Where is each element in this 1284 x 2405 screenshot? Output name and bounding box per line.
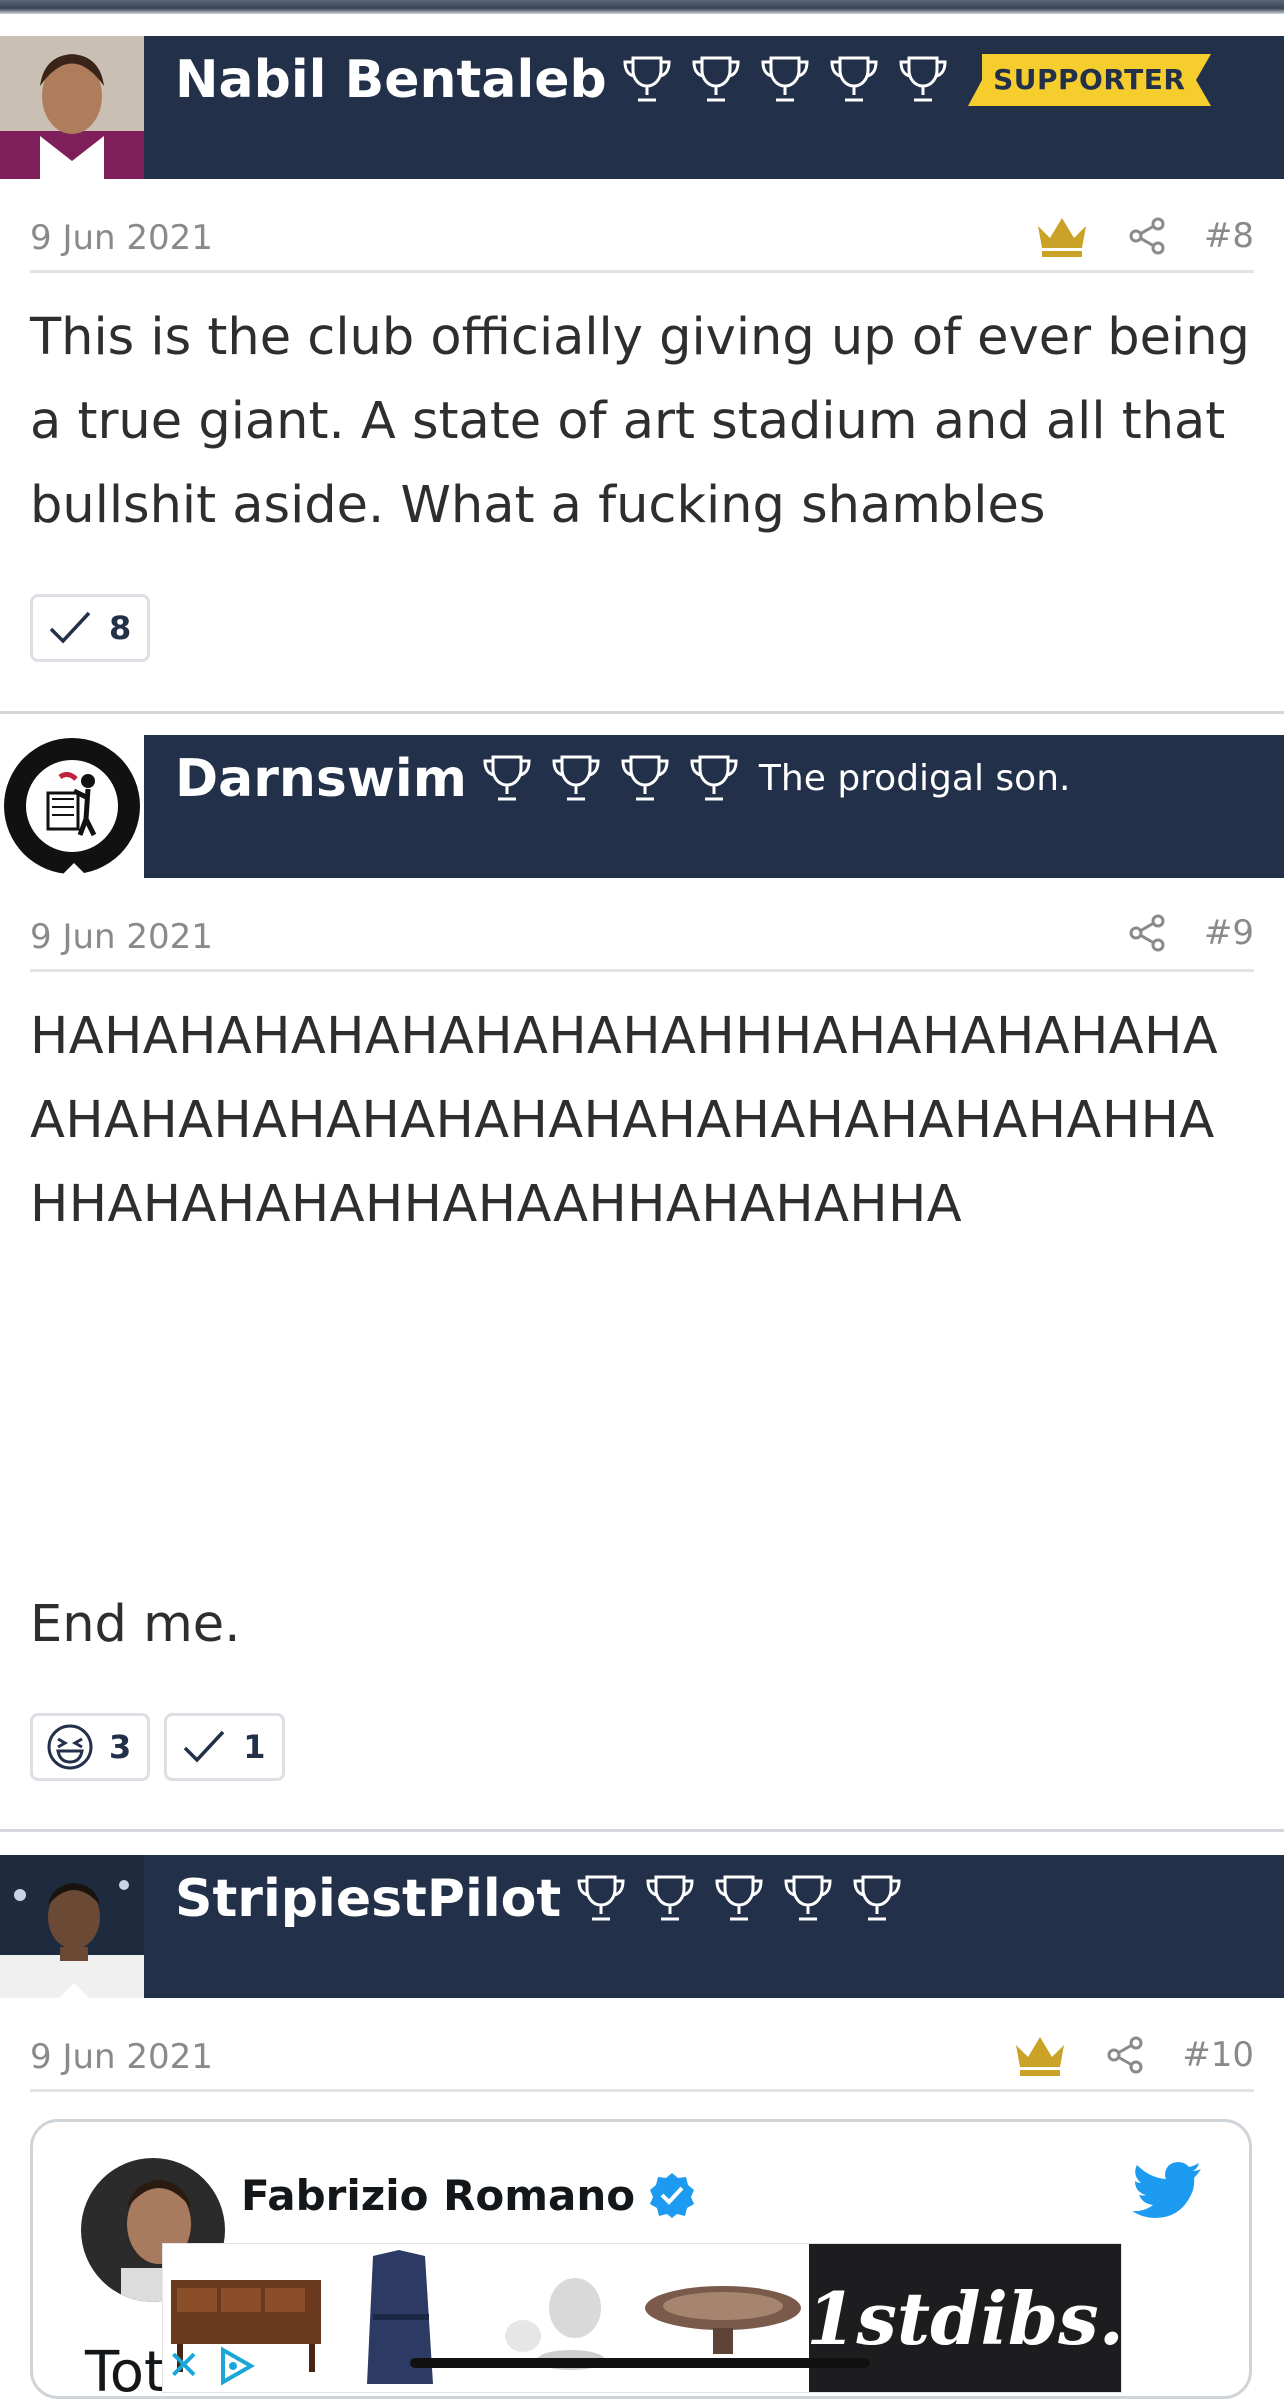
- trophy-icon: [715, 1875, 763, 1921]
- post-meta: 9 Jun 2021 #10: [30, 2029, 1254, 2092]
- post-body: This is the club officially giving up of…: [30, 308, 1250, 535]
- post-body-end: End me.: [30, 1595, 241, 1654]
- check-icon: [49, 611, 91, 644]
- trophy-icon: [621, 755, 669, 801]
- trophy-row: [479, 751, 755, 807]
- post-number[interactable]: #8: [1204, 216, 1254, 256]
- supporter-badge: SUPPORTER: [967, 54, 1211, 106]
- trophy-icon: [692, 56, 740, 102]
- trophy-icon: [577, 1875, 625, 1921]
- trophy-row: [619, 52, 964, 108]
- post-number[interactable]: #10: [1182, 2035, 1254, 2075]
- reactions-bar: 8: [30, 594, 164, 662]
- laughing-face-icon: [47, 1724, 93, 1770]
- username[interactable]: Nabil Bentaleb: [175, 50, 607, 110]
- tweet-author[interactable]: Fabrizio Romano: [241, 2170, 697, 2220]
- avatar[interactable]: [0, 735, 144, 878]
- reactions-bar: 3 1: [30, 1713, 299, 1781]
- username-row: Darnswim The prodigal son.: [175, 749, 1070, 809]
- verified-badge-icon: [650, 2173, 695, 2218]
- trophy-icon: [690, 755, 738, 801]
- ad-controls: ✕: [167, 2346, 255, 2386]
- username-row: StripiestPilot: [175, 1869, 918, 1929]
- reaction-haha[interactable]: 3: [30, 1713, 151, 1781]
- share-icon[interactable]: [1128, 914, 1166, 952]
- reaction-like[interactable]: 8: [30, 594, 151, 662]
- post-meta: 9 Jun 2021 #8: [30, 210, 1254, 273]
- post-date[interactable]: 9 Jun 2021: [30, 218, 213, 258]
- home-indicator: [410, 2358, 870, 2368]
- avatar[interactable]: [0, 36, 144, 179]
- username[interactable]: StripiestPilot: [175, 1869, 561, 1929]
- tweet-text: Tot: [85, 2340, 166, 2405]
- trophy-icon: [830, 56, 878, 102]
- trophy-icon: [853, 1875, 901, 1921]
- check-icon: [184, 1730, 225, 1763]
- trophy-row: [573, 1871, 918, 1927]
- post-date[interactable]: 9 Jun 2021: [30, 2037, 213, 2077]
- post-separator: [0, 1829, 1284, 1832]
- tweet-author-name[interactable]: Fabrizio Romano: [241, 2171, 635, 2220]
- trophy-icon: [899, 56, 947, 102]
- trophy-icon: [646, 1875, 694, 1921]
- ad-product-images[interactable]: [163, 2244, 809, 2392]
- crown-icon: [1016, 2037, 1065, 2076]
- post-separator: [0, 711, 1284, 714]
- trophy-icon: [784, 1875, 832, 1921]
- ad-brand-logo[interactable]: 1stdibs.: [806, 2244, 1121, 2392]
- trophy-icon: [552, 755, 600, 801]
- share-icon[interactable]: [1128, 217, 1166, 255]
- adchoices-icon[interactable]: [215, 2346, 255, 2386]
- post-meta: 9 Jun 2021 #9: [30, 909, 1254, 972]
- reaction-like[interactable]: 1: [164, 1713, 285, 1781]
- ad-banner[interactable]: 1stdibs. ✕: [162, 2243, 1122, 2393]
- username[interactable]: Darnswim: [175, 749, 467, 809]
- post-body: HAHAHAHAHAHAHAHAHAHHHAHAHAHAHAHAAHAHAHAH…: [30, 1007, 1219, 1234]
- post-number[interactable]: #9: [1204, 913, 1254, 953]
- avatar[interactable]: [0, 1855, 144, 1998]
- username-row: Nabil Bentaleb SUPPORTER: [175, 50, 1211, 110]
- ad-close-icon[interactable]: ✕: [167, 2346, 201, 2386]
- user-title: The prodigal son.: [758, 758, 1071, 799]
- share-icon[interactable]: [1106, 2036, 1144, 2074]
- trophy-icon: [483, 755, 531, 801]
- post-date[interactable]: 9 Jun 2021: [30, 917, 213, 957]
- trophy-icon: [623, 56, 671, 102]
- crown-icon: [1037, 218, 1086, 257]
- trophy-icon: [761, 56, 809, 102]
- top-shadow-bar: [0, 0, 1284, 14]
- twitter-bird-icon[interactable]: [1131, 2162, 1203, 2222]
